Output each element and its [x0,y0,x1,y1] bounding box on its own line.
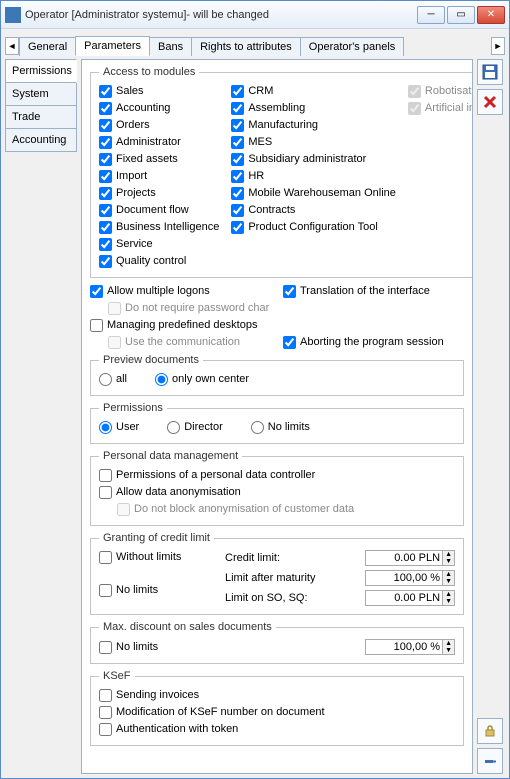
tab-rights[interactable]: Rights to attributes [191,37,301,56]
cb-crm[interactable] [231,85,244,98]
cb-document-flow[interactable] [99,204,112,217]
limit-so-spinner[interactable]: ▲▼ [443,590,455,606]
cb-subsidiary[interactable] [231,153,244,166]
window-title: Operator [Administrator systemu]- will b… [25,9,415,21]
cb-contracts[interactable] [231,204,244,217]
cb-manufacturing[interactable] [231,119,244,132]
access-modules-legend: Access to modules [99,66,199,78]
cb-accounting[interactable] [99,102,112,115]
main-panel: Access to modules Sales Accounting Order… [81,59,473,774]
window: Operator [Administrator systemu]- will b… [0,0,510,779]
side-tabstrip: Permissions System Trade Accounting [5,59,77,774]
sidetab-permissions[interactable]: Permissions [5,59,77,83]
limit-so-label: Limit on SO, SQ: [225,592,337,604]
access-modules-group: Access to modules Sales Accounting Order… [90,66,473,278]
minimize-button[interactable]: ─ [417,6,445,24]
preview-docs-group: Preview documents all only own center [90,354,464,396]
cb-qc[interactable] [99,255,112,268]
radio-preview-own[interactable] [155,373,168,386]
cb-sales[interactable] [99,85,112,98]
cb-rpa [408,85,421,98]
cb-ai [408,102,421,115]
cb-predefined-desktops[interactable] [90,319,103,332]
cb-mes[interactable] [231,136,244,149]
tab-general[interactable]: General [19,37,76,56]
cb-fixed-assets[interactable] [99,153,112,166]
ksef-legend: KSeF [99,670,135,682]
cb-bi[interactable] [99,221,112,234]
maxdisc-spinner[interactable]: ▲▼ [443,639,455,655]
cb-allow-multiple-logons[interactable] [90,285,103,298]
titlebar: Operator [Administrator systemu]- will b… [1,1,509,29]
maxdisc-input[interactable] [365,639,443,655]
credit-limit-label: Credit limit: [225,552,337,564]
cb-mwo[interactable] [231,187,244,200]
maxdisc-group: Max. discount on sales documents No limi… [90,621,464,664]
credit-group: Granting of credit limit Without limits … [90,532,464,615]
maxdisc-legend: Max. discount on sales documents [99,621,276,633]
x-icon [483,95,497,109]
credit-legend: Granting of credit limit [99,532,214,544]
preview-docs-legend: Preview documents [99,354,203,366]
cb-pdm-noblock [117,503,130,516]
limit-after-spinner[interactable]: ▲▼ [443,570,455,586]
cb-translation[interactable] [283,285,296,298]
credit-limit-spinner[interactable]: ▲▼ [443,550,455,566]
tab-scroll-right[interactable]: ► [491,37,505,55]
pdm-legend: Personal data management [99,450,242,462]
app-icon [5,7,21,23]
top-tabstrip: ◄ General Parameters Bans Rights to attr… [1,29,509,55]
cb-ksef-sending[interactable] [99,689,112,702]
tab-bans[interactable]: Bans [149,37,192,56]
ksef-group: KSeF Sending invoices Modification of KS… [90,670,464,746]
lock-button[interactable] [477,718,503,744]
radio-preview-all[interactable] [99,373,112,386]
cb-ksef-mod[interactable] [99,706,112,719]
maximize-button[interactable]: ▭ [447,6,475,24]
permissions-legend: Permissions [99,402,167,414]
tab-scroll-left[interactable]: ◄ [5,37,19,55]
cb-service[interactable] [99,238,112,251]
tab-parameters[interactable]: Parameters [75,36,150,56]
save-button[interactable] [477,59,503,85]
radio-perm-director[interactable] [167,421,180,434]
cb-projects[interactable] [99,187,112,200]
cb-credit-without[interactable] [99,551,112,564]
sidetab-accounting[interactable]: Accounting [5,128,77,152]
cb-abort-session[interactable] [283,336,296,349]
cb-assembling[interactable] [231,102,244,115]
delete-button[interactable] [477,89,503,115]
permissions-group: Permissions User Director No limits [90,402,464,444]
cb-ksef-auth[interactable] [99,723,112,736]
limit-after-label: Limit after maturity [225,572,337,584]
cb-pdm-controller[interactable] [99,469,112,482]
cb-no-pwd-char [108,302,121,315]
radio-perm-nolimits[interactable] [251,421,264,434]
sidetab-trade[interactable]: Trade [5,105,77,129]
floppy-icon [482,64,498,80]
limit-so-input[interactable] [365,590,443,606]
cb-hr[interactable] [231,170,244,183]
cb-import[interactable] [99,170,112,183]
cb-pct[interactable] [231,221,244,234]
credit-limit-input[interactable] [365,550,443,566]
cb-administrator[interactable] [99,136,112,149]
pin-icon [483,754,497,768]
cb-use-communication [108,336,121,349]
cb-credit-nolimits[interactable] [99,584,112,597]
pdm-group: Personal data management Permissions of … [90,450,464,526]
radio-perm-user[interactable] [99,421,112,434]
cb-orders[interactable] [99,119,112,132]
close-button[interactable]: ✕ [477,6,505,24]
pin-button[interactable] [477,748,503,774]
tab-panels[interactable]: Operator's panels [300,37,404,56]
sidetab-system[interactable]: System [5,82,77,106]
cb-pdm-anon[interactable] [99,486,112,499]
right-toolbar [477,59,505,774]
lock-icon [483,724,497,738]
limit-after-input[interactable] [365,570,443,586]
cb-maxdisc-nolimits[interactable] [99,641,112,654]
